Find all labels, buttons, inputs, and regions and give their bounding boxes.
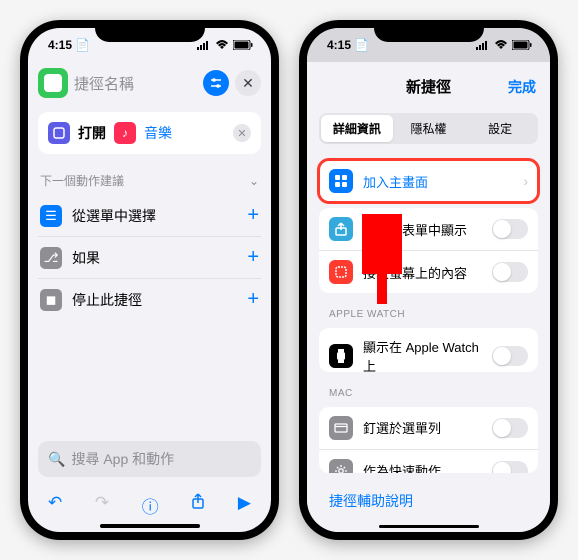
signal-icon — [197, 40, 211, 50]
suggestion-item[interactable]: ⎇ 如果 + — [38, 237, 261, 279]
phone-left: 4:15 📄 捷徑名稱 ✕ 打開 ♪ — [20, 20, 279, 540]
add-icon[interactable]: + — [247, 204, 259, 227]
signal-icon — [476, 40, 490, 50]
share-icon[interactable] — [191, 493, 205, 518]
sheet-header: 新捷徑 完成 — [307, 64, 550, 109]
suggestion-label: 從選單中選擇 — [72, 206, 156, 226]
row-label: 顯示在 Apple Watch 上 — [363, 337, 482, 372]
menubar-icon — [329, 416, 353, 440]
row-pin-menubar[interactable]: 釘選於選單列 — [319, 407, 538, 450]
status-time: 4:15 — [48, 38, 72, 52]
home-plus-icon — [329, 169, 353, 193]
suggestion-label: 如果 — [72, 248, 100, 268]
action-open-label: 打開 — [78, 123, 106, 143]
home-indicator — [100, 524, 200, 528]
help-link[interactable]: 捷徑輔助說明 — [307, 479, 550, 523]
suggestions-header: 下一個動作建議 — [40, 172, 124, 189]
notch — [95, 20, 205, 42]
toggle-share-sheet[interactable] — [492, 219, 528, 239]
shortcut-icon[interactable] — [38, 68, 68, 98]
suggestion-label: 停止此捷徑 — [72, 290, 142, 310]
details-sheet: 新捷徑 完成 詳細資訊 隱私權 設定 加入主畫面 › — [307, 64, 550, 532]
tab-details[interactable]: 詳細資訊 — [321, 115, 393, 142]
toggle-quick-action[interactable] — [492, 461, 528, 473]
toggle-onscreen[interactable] — [492, 262, 528, 282]
list-icon: ☰ — [40, 205, 62, 227]
add-icon[interactable]: + — [247, 288, 259, 311]
row-show-on-watch[interactable]: 顯示在 Apple Watch 上 — [319, 328, 538, 372]
toggle-watch[interactable] — [492, 346, 528, 366]
status-doc-icon: 📄 — [354, 38, 369, 52]
action-app-label: 音樂 — [144, 123, 172, 143]
wifi-icon — [215, 40, 229, 50]
search-icon: 🔍 — [48, 451, 65, 468]
gear-icon — [329, 459, 353, 473]
home-indicator — [379, 525, 479, 528]
wifi-icon — [494, 40, 508, 50]
branch-icon: ⎇ — [40, 247, 62, 269]
info-icon[interactable]: ⓘ — [142, 493, 159, 518]
editor-header: 捷徑名稱 ✕ — [28, 62, 271, 104]
group-sharing: 在分享表單中顯示 接收螢幕上的內容 — [319, 208, 538, 293]
group-watch: 顯示在 Apple Watch 上 — [319, 328, 538, 372]
bottom-toolbar: ↶ ↷ ⓘ ▶ — [28, 485, 271, 522]
undo-icon[interactable]: ↶ — [48, 493, 62, 518]
add-icon[interactable]: + — [247, 246, 259, 269]
play-icon[interactable]: ▶ — [238, 493, 251, 518]
stop-icon: ◼ — [40, 289, 62, 311]
redo-icon: ↷ — [95, 493, 109, 518]
row-add-to-home[interactable]: 加入主畫面 › — [319, 160, 538, 202]
action-card-open-app[interactable]: 打開 ♪ 音樂 ✕ — [38, 112, 261, 154]
suggestion-item[interactable]: ◼ 停止此捷徑 + — [38, 279, 261, 320]
row-label: 釘選於選單列 — [363, 418, 441, 437]
group-add-homescreen: 加入主畫面 › — [319, 160, 538, 202]
row-quick-action[interactable]: 作為快速動作 — [319, 450, 538, 473]
share-sheet-icon — [329, 217, 353, 241]
music-app-icon: ♪ — [114, 122, 136, 144]
tab-privacy[interactable]: 隱私權 — [393, 115, 465, 142]
open-app-action-icon — [48, 122, 70, 144]
sheet-title: 新捷徑 — [406, 76, 451, 97]
notch — [374, 20, 484, 42]
done-button[interactable]: 完成 — [508, 77, 536, 97]
row-receive-onscreen[interactable]: 接收螢幕上的內容 — [319, 251, 538, 293]
suggestions-header-row[interactable]: 下一個動作建議 ⌄ — [38, 168, 261, 195]
editor-bottom: 🔍 搜尋 App 和動作 — [28, 433, 271, 485]
chevron-down-icon: ⌄ — [249, 174, 259, 188]
toggle-menubar[interactable] — [492, 418, 528, 438]
battery-icon — [512, 40, 532, 50]
editor-body: 打開 ♪ 音樂 ✕ 下一個動作建議 ⌄ ☰ 從選單中選擇 + ⎇ 如果 + ◼ — [28, 104, 271, 433]
row-label: 在分享表單中顯示 — [363, 220, 467, 239]
phone-right: 4:15 📄 新捷徑 完成 詳細資訊 隱私權 設定 — [299, 20, 558, 540]
settings-button[interactable] — [203, 70, 229, 96]
clear-action-icon[interactable]: ✕ — [233, 124, 251, 142]
search-placeholder: 搜尋 App 和動作 — [71, 449, 174, 469]
battery-icon — [233, 40, 253, 50]
shortcut-title-input[interactable]: 捷徑名稱 — [74, 73, 197, 94]
chevron-right-icon: › — [523, 173, 528, 189]
screen-right: 4:15 📄 新捷徑 完成 詳細資訊 隱私權 設定 — [307, 28, 550, 532]
section-header-watch: APPLE WATCH — [307, 299, 550, 322]
section-header-mac: MAC — [307, 378, 550, 401]
row-label: 加入主畫面 — [363, 172, 428, 191]
group-mac: 釘選於選單列 作為快速動作 — [319, 407, 538, 473]
onscreen-content-icon — [329, 260, 353, 284]
status-doc-icon: 📄 — [75, 38, 90, 52]
status-time: 4:15 — [327, 38, 351, 52]
row-label: 接收螢幕上的內容 — [363, 263, 467, 282]
segmented-control[interactable]: 詳細資訊 隱私權 設定 — [319, 113, 538, 144]
screen-left: 4:15 📄 捷徑名稱 ✕ 打開 ♪ — [28, 28, 271, 532]
search-input[interactable]: 🔍 搜尋 App 和動作 — [38, 441, 261, 477]
row-label: 作為快速動作 — [363, 461, 441, 473]
close-button[interactable]: ✕ — [235, 70, 261, 96]
watch-icon — [329, 344, 353, 368]
suggestion-item[interactable]: ☰ 從選單中選擇 + — [38, 195, 261, 237]
tab-settings[interactable]: 設定 — [464, 115, 536, 142]
sliders-icon — [209, 76, 223, 90]
row-show-share-sheet[interactable]: 在分享表單中顯示 — [319, 208, 538, 251]
